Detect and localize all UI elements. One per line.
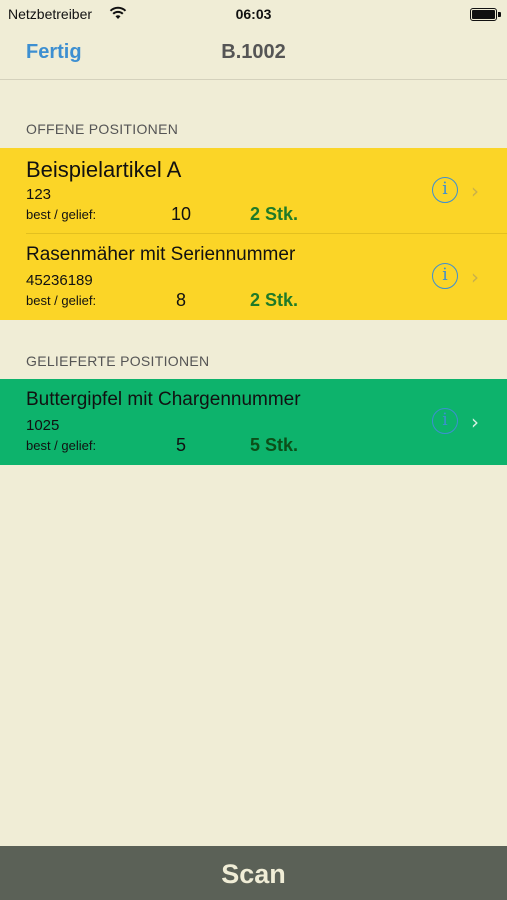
chevron-right-icon: ›: [471, 265, 479, 289]
chevron-right-icon: ›: [471, 179, 479, 203]
item-name: Buttergipfel mit Chargennummer: [26, 389, 301, 410]
list-item[interactable]: Buttergipfel mit Chargennummer 1025 best…: [0, 379, 507, 465]
item-number: 123: [26, 186, 52, 203]
ordered-quantity: 10: [170, 204, 192, 224]
chevron-right-icon: ›: [471, 410, 479, 434]
ordered-delivered-label: best / gelief:: [26, 207, 97, 222]
ordered-quantity: 8: [175, 290, 186, 310]
list-item[interactable]: Rasenmäher mit Seriennummer 45236189 bes…: [0, 234, 507, 320]
delivered-quantity: 5 Stk.: [250, 435, 299, 455]
delivered-quantity: 2 Stk.: [250, 204, 299, 224]
navigation-bar: Fertig B.1002: [0, 28, 507, 80]
section-header-delivered: GELIEFERTE POSITIONEN: [26, 353, 210, 369]
scan-button[interactable]: Scan: [0, 846, 507, 900]
page-title: B.1002: [221, 41, 286, 63]
ordered-delivered-label: best / gelief:: [26, 438, 97, 453]
ordered-quantity: 5: [175, 435, 186, 455]
section-header-open: OFFENE POSITIONEN: [26, 121, 179, 137]
item-number: 45236189: [26, 272, 93, 289]
ordered-delivered-label: best / gelief:: [26, 293, 97, 308]
info-icon[interactable]: i: [432, 263, 458, 289]
info-icon[interactable]: i: [432, 408, 458, 434]
scan-label: Scan: [221, 859, 286, 889]
clock: 06:03: [235, 6, 272, 22]
item-name: Beispielartikel A: [26, 157, 182, 182]
list-item[interactable]: Beispielartikel A 123 best / gelief: 10 …: [0, 148, 507, 234]
item-name: Rasenmäher mit Seriennummer: [26, 244, 296, 265]
battery-tip: [498, 12, 501, 17]
status-bar: Netzbetreiber 06:03: [0, 0, 507, 28]
info-icon[interactable]: i: [432, 177, 458, 203]
battery-icon: [470, 8, 497, 21]
delivered-quantity: 2 Stk.: [250, 290, 299, 310]
item-number: 1025: [26, 417, 60, 434]
